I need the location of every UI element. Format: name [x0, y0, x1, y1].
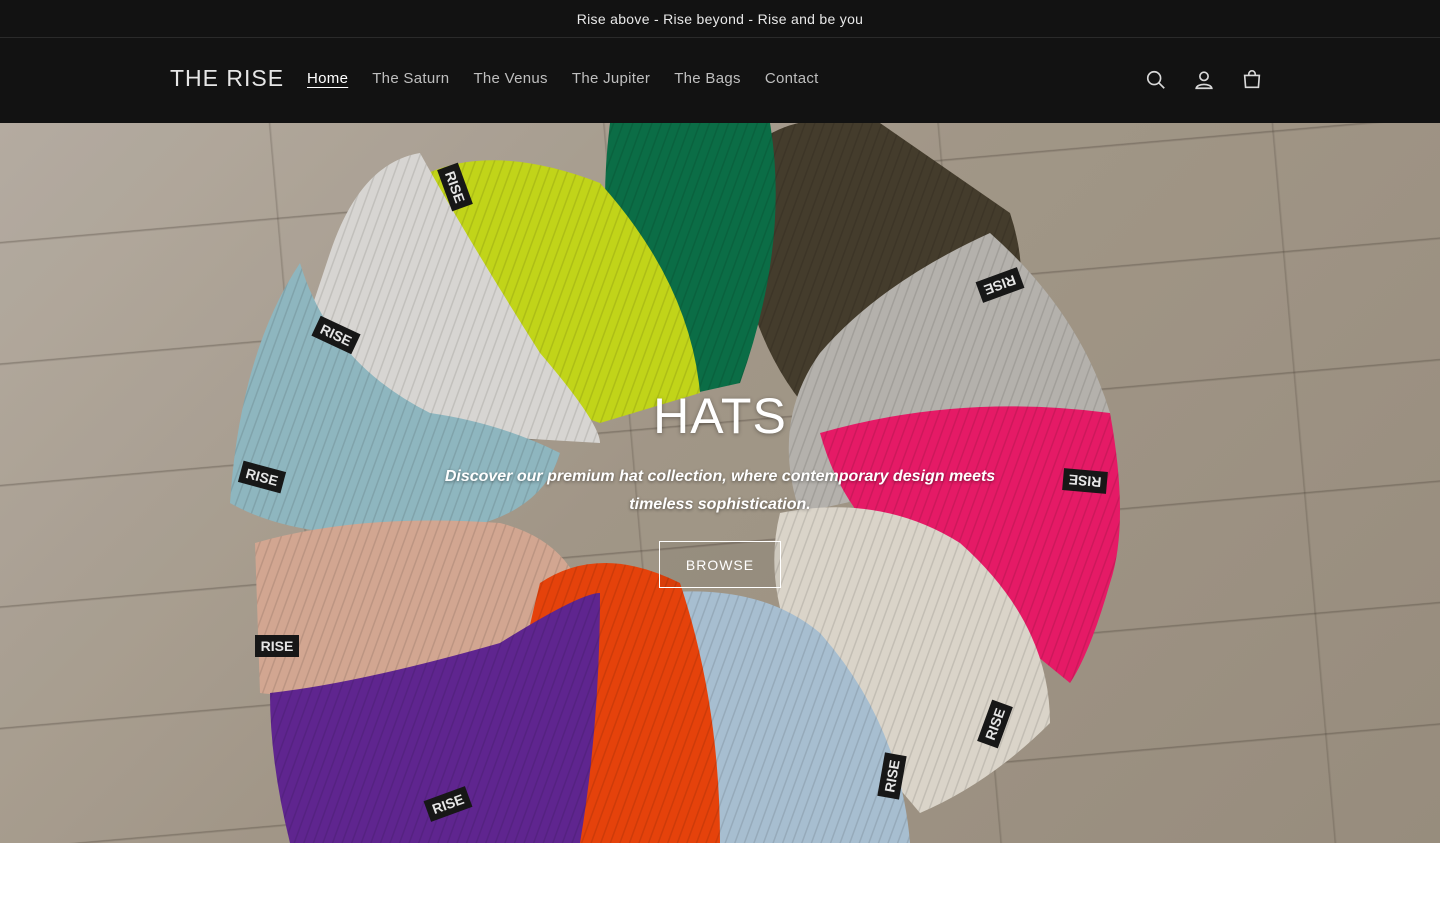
site-logo[interactable]: THE RISE: [170, 65, 284, 92]
header-icons: [1134, 58, 1274, 102]
nav-item-home[interactable]: Home: [295, 68, 360, 90]
search-icon: [1146, 70, 1165, 89]
cart-icon: [1243, 70, 1261, 89]
site-header: THE RISE Home The Saturn The Venus The J…: [0, 38, 1440, 123]
cart-button[interactable]: [1230, 58, 1274, 102]
account-button[interactable]: [1182, 58, 1226, 102]
announcement-text: Rise above - Rise beyond - Rise and be y…: [576, 10, 864, 27]
hero-subtitle: Discover our premium hat collection, whe…: [444, 468, 996, 513]
browse-button[interactable]: BROWSE: [659, 541, 781, 588]
search-button[interactable]: [1134, 58, 1178, 102]
nav-item-the-venus[interactable]: The Venus: [461, 68, 559, 90]
page-below-hero: [0, 843, 1440, 900]
main-nav: Home The Saturn The Venus The Jupiter Th…: [295, 68, 831, 90]
nav-item-the-jupiter[interactable]: The Jupiter: [560, 68, 662, 90]
nav-item-the-saturn[interactable]: The Saturn: [360, 68, 461, 90]
hero-content: HATS Discover our premium hat collection…: [0, 381, 1440, 588]
account-icon: [1195, 71, 1213, 90]
nav-item-contact[interactable]: Contact: [753, 68, 831, 90]
announcement-bar: Rise above - Rise beyond - Rise and be y…: [0, 0, 1440, 38]
nav-item-the-bags[interactable]: The Bags: [662, 68, 753, 90]
hero-title: HATS: [653, 388, 787, 444]
hero-banner: RISE RISE RISE RISE RISE RISE RISE RISE …: [0, 123, 1440, 843]
